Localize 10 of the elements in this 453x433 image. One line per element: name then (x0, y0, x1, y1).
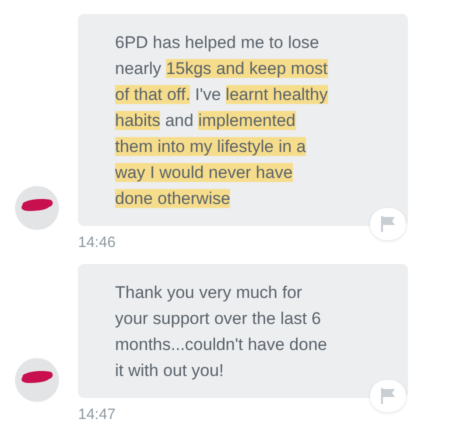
message-text: 6PD has helped me to lose nearly 15kgs and keep most of that off. I've learnt healthy habits and implemented them into my lifestyle in a way I would never have done otherwise (115, 32, 329, 210)
message-text: Thank you very much for your support over the last 6 months...couldn't have done it with out you! (115, 282, 328, 382)
avatar-icon (15, 358, 59, 402)
timestamp: 14:46 (78, 234, 117, 252)
flag-button[interactable] (370, 208, 406, 240)
flag-icon (380, 387, 396, 405)
flag-button[interactable] (370, 380, 406, 412)
timestamp: 14:47 (78, 406, 117, 424)
avatar-icon (15, 186, 59, 230)
flag-icon (380, 215, 396, 233)
